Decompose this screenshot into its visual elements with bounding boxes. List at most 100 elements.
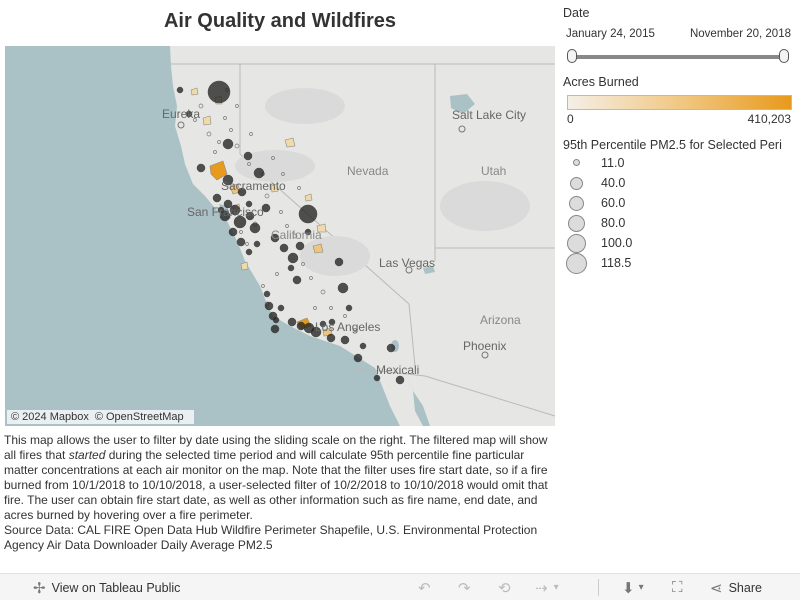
monitor-marker[interactable]: [253, 240, 261, 248]
map[interactable]: Salt Lake City Eureka Nevada Utah Sacram…: [5, 46, 555, 426]
pm25-legend-label: 95th Percentile PM2.5 for Selected Peri: [563, 138, 782, 152]
monitor-marker[interactable]: [334, 257, 344, 267]
monitor-marker[interactable]: [287, 264, 295, 272]
pm25-legend-value: 11.0: [601, 156, 625, 170]
view-on-tableau-public-link[interactable]: ✢ View on Tableau Public: [33, 574, 180, 600]
monitor-marker[interactable]: [340, 335, 350, 345]
dashboard-title: Air Quality and Wildfires: [163, 10, 397, 32]
monitor-marker[interactable]: [196, 163, 206, 173]
monitor-marker[interactable]: [207, 80, 231, 104]
chevron-down-icon: ▾: [553, 582, 559, 593]
share-label: Share: [728, 580, 762, 595]
osm-attribution[interactable]: © OpenStreetMap: [95, 411, 184, 423]
size-circle-icon: [567, 234, 586, 253]
monitor-marker[interactable]: [277, 304, 285, 312]
pm25-legend-item[interactable]: 118.5: [563, 253, 683, 274]
monitor-marker[interactable]: [212, 193, 222, 203]
date-range-start-handle[interactable]: [567, 49, 577, 63]
monitor-marker[interactable]: [326, 333, 336, 343]
monitor-marker[interactable]: [345, 304, 353, 312]
pm25-legend-value: 60.0: [601, 196, 626, 210]
fire-perimeter[interactable]: [284, 137, 296, 148]
download-button[interactable]: ⬇ ▾: [622, 574, 644, 600]
monitor-marker[interactable]: [395, 375, 405, 385]
share-button[interactable]: ⋖ Share: [710, 574, 762, 600]
description-text: This map allows the user to filter by da…: [4, 433, 556, 523]
fire-perimeter[interactable]: [312, 243, 324, 254]
undo-icon: ↶: [418, 579, 431, 597]
monitor-marker[interactable]: [287, 252, 299, 264]
monitor-marker[interactable]: [272, 316, 280, 324]
monitor-marker[interactable]: [287, 317, 297, 327]
monitor-marker[interactable]: [245, 248, 253, 256]
pm25-legend-item[interactable]: 11.0: [563, 153, 683, 173]
monitor-marker[interactable]: [249, 222, 261, 234]
monitor-marker[interactable]: [337, 282, 349, 294]
acres-color-ramp: [567, 95, 792, 110]
map-label-salt-lake-city: Salt Lake City: [452, 108, 526, 122]
monitor-marker[interactable]: [176, 86, 184, 94]
pm25-legend-item[interactable]: 80.0: [563, 213, 683, 233]
pm25-legend-value: 80.0: [601, 216, 626, 230]
revert-icon: ⟲: [498, 579, 511, 597]
fullscreen-button[interactable]: ⛶: [672, 574, 683, 600]
monitor-marker[interactable]: [243, 151, 253, 161]
monitor-marker[interactable]: [353, 353, 363, 363]
pm25-legend-value: 40.0: [601, 176, 626, 190]
download-icon: ⬇: [622, 579, 635, 597]
acres-legend-label: Acres Burned: [563, 75, 639, 89]
map-attribution[interactable]: © 2024 Mapbox © OpenStreetMap: [7, 410, 194, 424]
map-label-california: California: [271, 228, 322, 242]
monitor-marker[interactable]: [236, 237, 246, 247]
size-circle-icon: [568, 215, 585, 232]
pm25-legend-item[interactable]: 40.0: [563, 173, 683, 193]
tableau-logo-icon: ✢: [33, 579, 46, 597]
view-on-tableau-public-label: View on Tableau Public: [51, 580, 181, 595]
redo-button[interactable]: ↷: [458, 574, 471, 600]
fullscreen-icon: ⛶: [672, 579, 683, 596]
description: This map allows the user to filter by da…: [4, 433, 556, 553]
date-end-value[interactable]: November 20, 2018: [690, 28, 791, 40]
size-circle-icon: [566, 253, 587, 274]
monitor-marker[interactable]: [222, 138, 234, 150]
source-text: Source Data: CAL FIRE Open Data Hub Wild…: [4, 523, 538, 552]
refresh-button[interactable]: ⇢ ▾: [535, 574, 559, 600]
redo-icon: ↷: [458, 579, 471, 597]
monitor-marker[interactable]: [359, 342, 367, 350]
monitor-marker[interactable]: [279, 243, 289, 253]
monitor-marker[interactable]: [386, 343, 396, 353]
fire-perimeter[interactable]: [202, 115, 212, 126]
monitor-marker[interactable]: [253, 167, 265, 179]
map-label-phoenix: Phoenix: [463, 339, 506, 353]
monitor-marker[interactable]: [264, 301, 274, 311]
monitor-marker[interactable]: [263, 290, 271, 298]
map-label-mexicali: Mexicali: [376, 363, 419, 377]
map-label-los-angeles: Los Angeles: [315, 320, 380, 334]
date-range-end-handle[interactable]: [779, 49, 789, 63]
monitor-marker[interactable]: [296, 321, 306, 331]
monitor-marker[interactable]: [228, 227, 238, 237]
toolbar-divider: [598, 579, 599, 596]
map-label-utah: Utah: [481, 164, 506, 178]
pm25-legend-item[interactable]: 100.0: [563, 233, 683, 253]
monitor-marker[interactable]: [270, 324, 280, 334]
date-start-value[interactable]: January 24, 2015: [566, 28, 655, 40]
acres-max-label: 410,203: [747, 112, 791, 126]
chevron-down-icon: ▾: [638, 582, 644, 593]
acres-min-label: 0: [567, 112, 574, 126]
monitor-marker[interactable]: [298, 204, 318, 224]
map-label-sacramento: Sacramento: [221, 179, 286, 193]
map-label-san-francisco: San Francisco: [187, 205, 264, 219]
mapbox-attribution[interactable]: © 2024 Mapbox: [11, 411, 89, 423]
monitor-marker[interactable]: [295, 241, 305, 251]
revert-button[interactable]: ⟲: [498, 574, 511, 600]
monitor-marker[interactable]: [292, 275, 302, 285]
refresh-icon: ⇢: [535, 579, 548, 597]
pm25-legend-value: 100.0: [601, 236, 633, 250]
map-canvas[interactable]: Salt Lake City Eureka Nevada Utah Sacram…: [5, 46, 555, 426]
pm25-legend-item[interactable]: 60.0: [563, 193, 683, 213]
undo-button[interactable]: ↶: [418, 574, 431, 600]
map-label-nevada: Nevada: [347, 164, 389, 178]
date-range-slider-track[interactable]: [571, 55, 785, 59]
tableau-toolbar: ✢ View on Tableau Public ↶ ↷ ⟲ ⇢ ▾ ⬇ ▾ ⛶ ⋖…: [0, 573, 800, 600]
